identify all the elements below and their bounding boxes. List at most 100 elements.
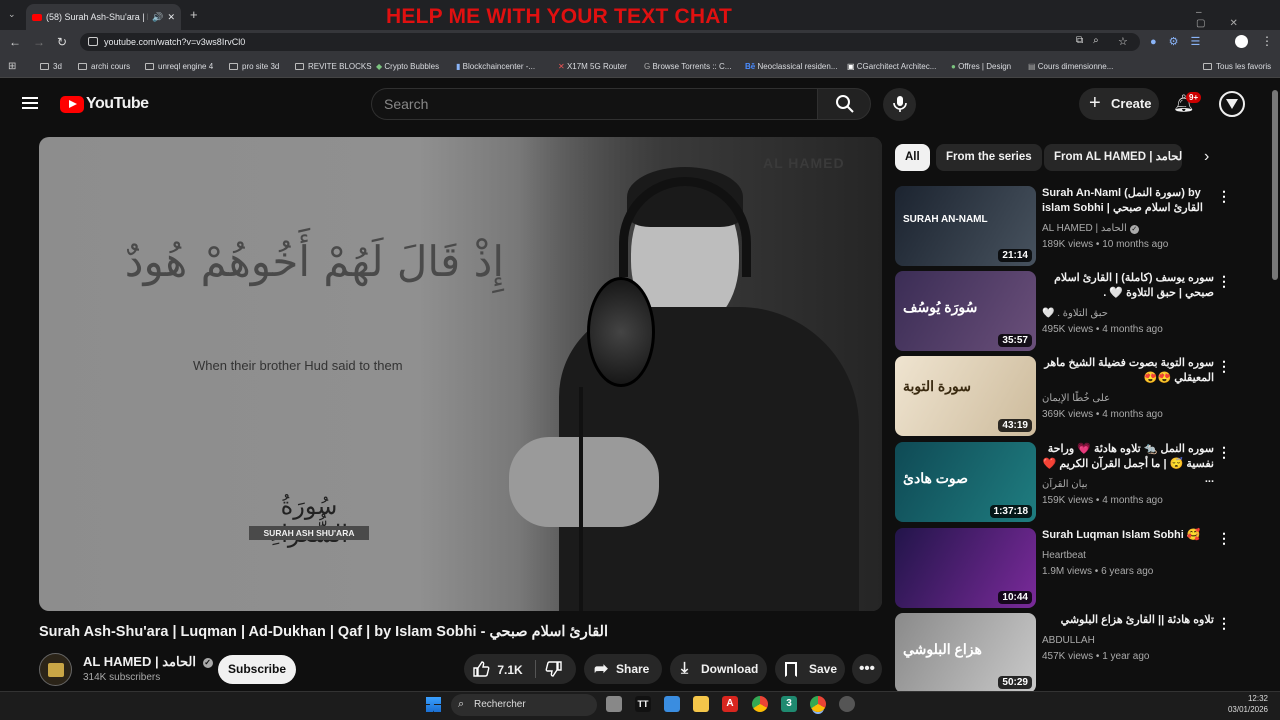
- bookmark-folder[interactable]: archi cours: [78, 62, 130, 71]
- chip-all[interactable]: All: [895, 144, 930, 171]
- chrome-icon[interactable]: [752, 696, 768, 712]
- store-icon[interactable]: [664, 696, 680, 712]
- recommended-video-card[interactable]: SURAH AN-NAML 21:14 Surah An-Naml (سورة ال…: [895, 186, 1270, 266]
- acrobat-icon[interactable]: A: [722, 696, 738, 712]
- save-button[interactable]: Save: [775, 654, 845, 684]
- recommended-video-card[interactable]: هزاع البلوشي 50:29 تلاوه هادئة || القارئ ه…: [895, 613, 1270, 693]
- folder-icon: [229, 63, 238, 70]
- reload-button[interactable]: ↻: [57, 35, 67, 49]
- recommended-video-title[interactable]: Surah Luqman Islam Sobhi 🥰: [1042, 528, 1214, 543]
- download-button[interactable]: ⤓ Download: [670, 654, 767, 684]
- recommended-video-card[interactable]: صوت هادئ 1:37:18 سوره النمل 🐀 تلاوه هادئة …: [895, 442, 1270, 522]
- channel-avatar[interactable]: [39, 653, 72, 686]
- share-button[interactable]: ➦ Share: [584, 654, 662, 684]
- search-button[interactable]: [817, 88, 871, 120]
- recommended-channel-name[interactable]: Heartbeat: [1042, 550, 1086, 561]
- chip-from-series[interactable]: From the series: [936, 144, 1042, 171]
- create-button[interactable]: + Create: [1079, 88, 1159, 120]
- bookmark-link[interactable]: ✕ X17M 5G Router: [558, 62, 627, 71]
- recommended-video-card[interactable]: سورة التوبة 43:19 سوره التوبة بصوت فضيلة ا…: [895, 356, 1270, 436]
- browser-tab[interactable]: (58) Surah Ash-Shu'ara | Lu 🔊 ✕: [26, 4, 181, 30]
- apps-icon[interactable]: ⊞: [8, 61, 16, 72]
- scrollbar-thumb[interactable]: [1272, 90, 1278, 280]
- video-thumbnail[interactable]: SURAH AN-NAML 21:14: [895, 186, 1036, 266]
- verified-icon: ✓: [202, 658, 213, 668]
- search-icon: [836, 95, 854, 113]
- bookmark-link[interactable]: ◆ Crypto Bubbles: [376, 62, 439, 71]
- recommended-channel-name[interactable]: AL HAMED | الحامد ✓: [1042, 223, 1139, 234]
- new-tab-button[interactable]: +: [190, 7, 198, 22]
- chip-from-channel[interactable]: From AL HAMED | الحامد: [1044, 144, 1182, 171]
- youtube-logo-icon[interactable]: [60, 96, 84, 113]
- bookmark-link[interactable]: Bē Neoclassical residen...: [745, 62, 838, 71]
- window-controls[interactable]: –▢✕: [1196, 7, 1280, 29]
- profile-icon[interactable]: [1235, 35, 1248, 48]
- video-thumbnail[interactable]: صوت هادئ 1:37:18: [895, 442, 1036, 522]
- taskbar-search[interactable]: ⌕ Rechercher: [451, 694, 597, 716]
- extensions-icons[interactable]: ●⚙☰: [1150, 35, 1212, 48]
- tab-close-icon[interactable]: ✕: [167, 12, 175, 23]
- recommended-video-card[interactable]: سُورَة يُوسُف 35:57 سوره يوسف (كاملة) | ال…: [895, 271, 1270, 351]
- url-field[interactable]: youtube.com/watch?v=v3ws8IrvCl0: [80, 33, 1140, 51]
- video-thumbnail[interactable]: سورة التوبة 43:19: [895, 356, 1036, 436]
- more-options-icon[interactable]: ⋮: [1217, 444, 1231, 460]
- like-button[interactable]: 7.1K: [472, 660, 523, 678]
- thumbnail-text: صوت هادئ: [903, 470, 969, 486]
- app-icon-3[interactable]: 3: [781, 696, 797, 712]
- recommended-video-card[interactable]: 10:44 Surah Luqman Islam Sobhi 🥰 Heartbeat…: [895, 528, 1270, 608]
- forward-button[interactable]: →: [33, 35, 45, 49]
- browser-toolbar-icons[interactable]: ⧉⌕: [1076, 35, 1109, 46]
- bookmark-link[interactable]: ▣ CGarchitect Architec...: [847, 62, 936, 71]
- chrome-profile-icon[interactable]: [839, 696, 855, 712]
- bookmark-folder[interactable]: Tous les favoris: [1203, 62, 1271, 71]
- chevron-right-icon[interactable]: ›: [1204, 148, 1209, 166]
- browser-menu-icon[interactable]: ⋮: [1261, 34, 1273, 48]
- video-player[interactable]: AL HAMED إِذْ قَالَ لَهُمْ أَخُوهُمْ هُو…: [39, 137, 882, 611]
- more-actions-button[interactable]: •••: [852, 654, 882, 684]
- system-clock[interactable]: 12:32 03/01/2026: [1226, 693, 1268, 715]
- search-input[interactable]: Search: [371, 88, 817, 120]
- youtube-logo-text[interactable]: YouTube: [86, 95, 149, 113]
- recommended-video-title[interactable]: سوره يوسف (كاملة) | القارئ اسلام صبحي | …: [1042, 271, 1214, 301]
- dislike-button[interactable]: [545, 660, 563, 683]
- task-view-icon[interactable]: [606, 696, 622, 712]
- video-thumbnail[interactable]: 10:44: [895, 528, 1036, 608]
- bookmark-star-icon[interactable]: ☆: [1118, 35, 1128, 48]
- bookmark-folder[interactable]: REVITE BLOCKS: [295, 62, 372, 71]
- thumbnail-text: هزاع البلوشي: [903, 641, 982, 657]
- bookmark-link[interactable]: G Browse Torrents :: C...: [644, 62, 731, 71]
- duration-badge: 43:19: [998, 419, 1032, 432]
- bookmark-link[interactable]: ▮ Blockchaincenter -...: [456, 62, 535, 71]
- account-avatar[interactable]: [1219, 91, 1245, 117]
- audio-icon[interactable]: 🔊: [152, 12, 163, 23]
- bookmark-link[interactable]: ● Offres | Design: [951, 62, 1011, 71]
- bookmark-folder[interactable]: pro site 3d: [229, 62, 279, 71]
- more-options-icon[interactable]: ⋮: [1217, 188, 1231, 204]
- recommended-channel-name[interactable]: على خُطًا الإيمان: [1042, 393, 1110, 404]
- tab-search-icon[interactable]: ⌄: [8, 9, 18, 19]
- more-options-icon[interactable]: ⋮: [1217, 273, 1231, 289]
- back-button[interactable]: ←: [9, 35, 21, 49]
- recommended-channel-name[interactable]: 🤍 . حبق التلاوة: [1042, 308, 1108, 319]
- recommended-video-title[interactable]: Surah An-Naml (سورة النمل) by islam Sobh…: [1042, 186, 1214, 216]
- bookmark-folder[interactable]: 3d: [40, 62, 62, 71]
- subscribe-button[interactable]: Subscribe: [218, 655, 296, 684]
- more-options-icon[interactable]: ⋮: [1217, 615, 1231, 631]
- voice-search-button[interactable]: [883, 88, 916, 121]
- site-info-icon[interactable]: [88, 37, 98, 46]
- more-options-icon[interactable]: ⋮: [1217, 530, 1231, 546]
- menu-icon[interactable]: [22, 97, 38, 109]
- recommended-channel-name[interactable]: بيان القرآن: [1042, 479, 1088, 490]
- bookmark-link[interactable]: ▤ Cours dimensionne...: [1028, 62, 1113, 71]
- video-thumbnail[interactable]: هزاع البلوشي 50:29: [895, 613, 1036, 693]
- channel-name[interactable]: AL HAMED | الحامد ✓: [83, 654, 213, 670]
- video-thumbnail[interactable]: سُورَة يُوسُف 35:57: [895, 271, 1036, 351]
- bookmark-folder[interactable]: unreql engine 4: [145, 62, 213, 71]
- recommended-video-title[interactable]: تلاوه هادئة || القارئ هزاع البلوشي: [1042, 613, 1214, 628]
- file-explorer-icon[interactable]: [693, 696, 709, 712]
- chrome-active-icon[interactable]: [810, 696, 826, 712]
- app-icon-tt[interactable]: TT: [635, 696, 651, 712]
- more-options-icon[interactable]: ⋮: [1217, 358, 1231, 374]
- recommended-channel-name[interactable]: ABDULLAH: [1042, 635, 1095, 646]
- recommended-video-title[interactable]: سوره التوبة بصوت فضيلة الشيخ ماهر المعيق…: [1042, 356, 1214, 386]
